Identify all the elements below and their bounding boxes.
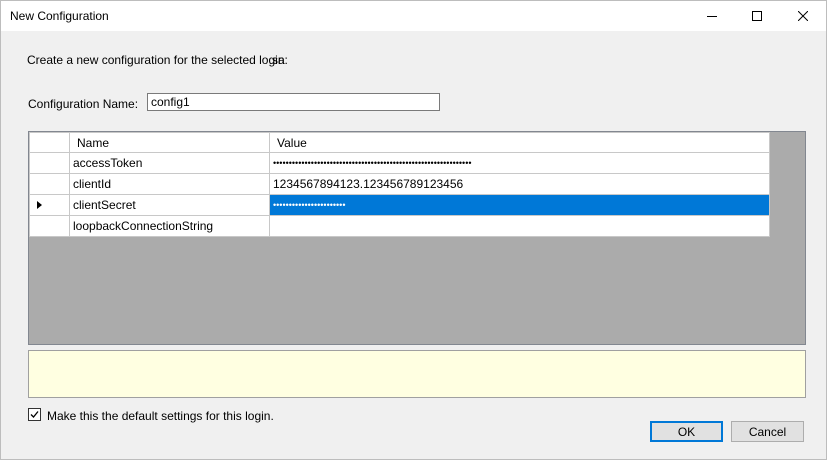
- cell-name[interactable]: clientId: [69, 173, 270, 195]
- table-row[interactable]: accessToken ••••••••••••••••••••••••••••…: [29, 152, 770, 174]
- current-row-arrow-icon: [37, 201, 42, 209]
- login-name: sa: [272, 53, 285, 67]
- default-settings-checkbox[interactable]: [28, 408, 41, 421]
- minimize-icon: [707, 16, 717, 17]
- table-row[interactable]: clientId 1234567894123.123456789123456: [29, 173, 770, 195]
- cancel-button[interactable]: Cancel: [731, 421, 804, 442]
- default-settings-label[interactable]: Make this the default settings for this …: [47, 409, 274, 423]
- maximize-icon: [752, 11, 762, 21]
- table-row[interactable]: clientSecret •••••••••••••••••••••••: [29, 194, 770, 216]
- column-header-value[interactable]: Value: [269, 132, 770, 153]
- row-header-corner: [29, 132, 70, 153]
- ok-button[interactable]: OK: [650, 421, 723, 442]
- configuration-name-input[interactable]: [147, 93, 440, 111]
- row-header-current[interactable]: [29, 194, 70, 216]
- description-panel: [28, 350, 806, 398]
- header-row: Name Value: [29, 132, 770, 153]
- cell-value[interactable]: •••••••••••••••••••••••: [269, 194, 770, 216]
- row-header[interactable]: [29, 215, 70, 237]
- property-grid[interactable]: Name Value accessToken •••••••••••••••••…: [28, 131, 806, 345]
- cell-name[interactable]: loopbackConnectionString: [69, 215, 270, 237]
- title-bar: New Configuration: [1, 1, 826, 31]
- new-configuration-dialog: New Configuration Create a new configura…: [0, 0, 827, 460]
- close-icon: [798, 11, 808, 21]
- window-title: New Configuration: [10, 9, 109, 23]
- cell-name[interactable]: clientSecret: [69, 194, 270, 216]
- cell-name[interactable]: accessToken: [69, 152, 270, 174]
- cell-value[interactable]: 1234567894123.123456789123456: [269, 173, 770, 195]
- maximize-button[interactable]: [734, 1, 780, 31]
- cell-value[interactable]: [269, 215, 770, 237]
- row-header[interactable]: [29, 173, 70, 195]
- configuration-name-label: Configuration Name:: [28, 97, 139, 111]
- minimize-button[interactable]: [689, 1, 735, 31]
- table-row[interactable]: loopbackConnectionString: [29, 215, 770, 237]
- intro-text: Create a new configuration for the selec…: [27, 53, 288, 67]
- cell-value[interactable]: ••••••••••••••••••••••••••••••••••••••••…: [269, 152, 770, 174]
- row-header[interactable]: [29, 152, 70, 174]
- checkmark-icon: [30, 411, 39, 418]
- close-button[interactable]: [780, 1, 826, 31]
- property-table: Name Value accessToken •••••••••••••••••…: [29, 132, 770, 237]
- column-header-name[interactable]: Name: [69, 132, 270, 153]
